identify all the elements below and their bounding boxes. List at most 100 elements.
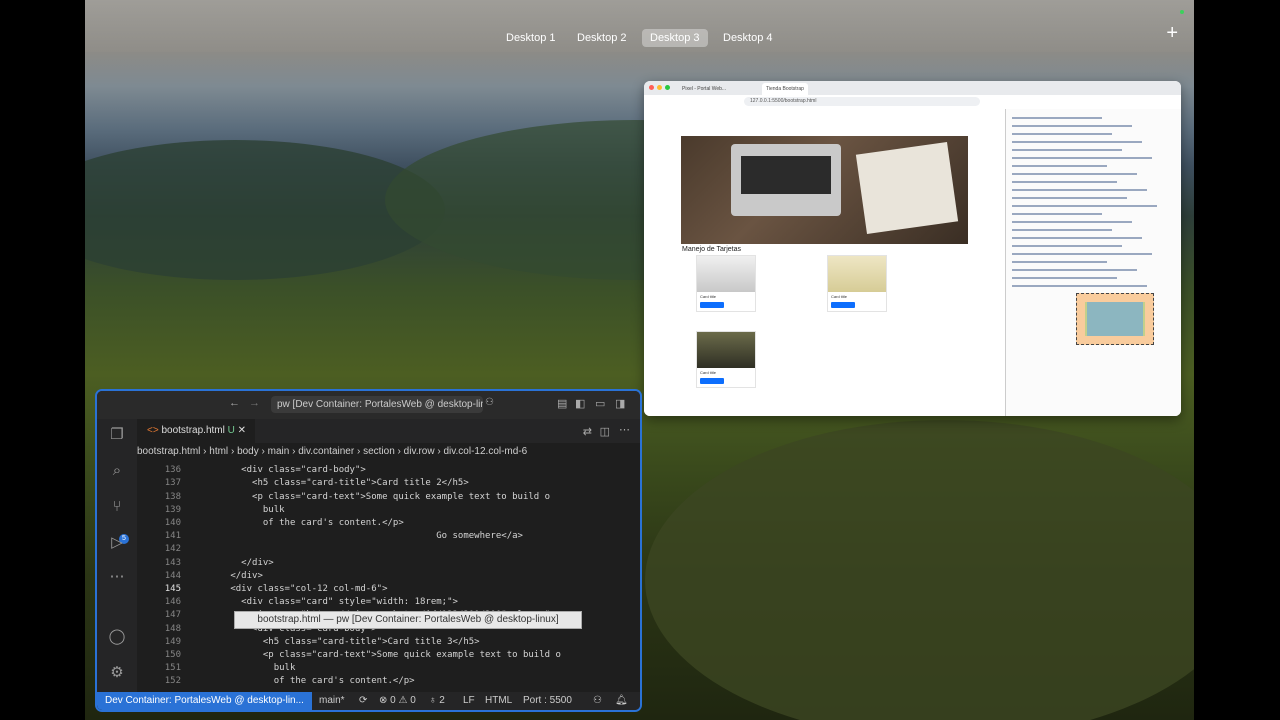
browser-tab-active[interactable]: Tienda Bootstrap	[762, 83, 808, 95]
desktop-1-button[interactable]: Desktop 1	[498, 29, 564, 47]
dom-tree-line	[1012, 253, 1152, 255]
add-desktop-icon[interactable]: +	[1166, 22, 1178, 45]
line-number: 141	[164, 531, 181, 542]
line-number: 150	[164, 650, 181, 660]
card-button[interactable]	[831, 302, 855, 308]
code-editor[interactable]: 135 136 137 138 139 140 141 142 143 144 145 146 147 1…	[137, 461, 640, 692]
more-icon[interactable]: ⋯	[107, 567, 127, 587]
problems-indicator[interactable]: ⊗ 0 ⚠ 0	[379, 692, 416, 710]
breadcrumb-item[interactable]: section	[363, 446, 395, 457]
line-number: 142	[164, 544, 181, 555]
code-line: </div>	[187, 570, 263, 581]
devtools-panel[interactable]	[1005, 109, 1181, 416]
minimize-light[interactable]	[657, 85, 662, 90]
account-icon[interactable]: ◯	[107, 627, 127, 647]
breadcrumb-item[interactable]: div.col-12.col-md-6	[443, 446, 527, 457]
activity-bar: ❐ ⌕ ⑂ 5 ▷ ⋯ ◯ ⚙	[97, 419, 137, 692]
background-hill	[645, 420, 1194, 720]
panel-toggle-icon[interactable]: ▭	[595, 397, 605, 410]
card-image	[697, 332, 755, 368]
address-bar[interactable]: 127.0.0.1:5500/bootstrap.html	[744, 97, 980, 106]
language-indicator[interactable]: HTML	[485, 692, 512, 710]
line-number: 135	[137, 461, 181, 462]
code-line: <div class="card-body">	[187, 465, 366, 476]
desktop-4-button[interactable]: Desktop 4	[715, 29, 781, 47]
copilot-status-icon[interactable]: ⚇	[593, 692, 602, 710]
line-number: 137	[164, 478, 181, 489]
vscode-window[interactable]: ← → pw [Dev Container: PortalesWeb @ des…	[95, 389, 642, 712]
dom-tree-line	[1012, 157, 1152, 159]
split-editor-icon[interactable]: ◫	[600, 425, 610, 438]
browser-tab[interactable]: Pixel - Portal Web...	[678, 83, 730, 95]
editor-tab-bar: <> bootstrap.html U ✕ ⇄ ◫ ⋯	[137, 419, 640, 443]
remote-indicator[interactable]: Dev Container: PortalesWeb @ desktop-lin…	[97, 692, 312, 710]
dom-tree-line	[1012, 133, 1112, 135]
dom-tree-line	[1012, 285, 1147, 287]
search-icon[interactable]: ⌕	[107, 461, 127, 481]
breadcrumb-item[interactable]: div.row	[404, 446, 435, 457]
secondary-sidebar-icon[interactable]: ◨	[615, 397, 625, 410]
dom-tree-line	[1012, 237, 1142, 239]
copilot-icon[interactable]: ⚇	[485, 397, 494, 408]
browser-tab-bar: Pixel - Portal Web... Tienda Bootstrap	[644, 81, 1181, 95]
close-icon[interactable]: ✕	[238, 425, 246, 436]
notifications-bell-icon[interactable]: 🔔︎	[615, 692, 628, 710]
eol-indicator[interactable]: LF	[463, 692, 475, 710]
browser-window[interactable]: Pixel - Portal Web... Tienda Bootstrap 1…	[644, 81, 1181, 416]
title-bar: ← → pw [Dev Container: PortalesWeb @ des…	[97, 391, 640, 419]
zoom-light[interactable]	[665, 85, 670, 90]
card-title: Card title	[700, 294, 717, 299]
back-arrow-icon[interactable]: ←	[229, 397, 240, 409]
section-title: Manejo de Tarjetas	[682, 246, 742, 253]
explorer-icon[interactable]: ❐	[107, 425, 127, 445]
breadcrumb-item[interactable]: main	[268, 446, 290, 457]
compare-changes-icon[interactable]: ⇄	[583, 425, 592, 438]
code-line: <div class="col-12 col-md-6">	[187, 584, 388, 594]
live-server-port[interactable]: Port : 5500	[523, 692, 572, 710]
breadcrumb-item[interactable]: html	[209, 446, 228, 457]
line-number: 147	[164, 610, 181, 621]
code-line: of the card's content.</p>	[187, 518, 404, 528]
browser-toolbar: 127.0.0.1:5500/bootstrap.html	[644, 95, 1181, 110]
layout-icon[interactable]: ▤	[557, 397, 567, 410]
breadcrumb-item[interactable]: div.container	[298, 446, 354, 457]
breadcrumb-item[interactable]: body	[237, 446, 259, 457]
command-center[interactable]: pw [Dev Container: PortalesWeb @ desktop…	[271, 396, 483, 413]
desktop-2-button[interactable]: Desktop 2	[569, 29, 635, 47]
html-file-icon: <>	[147, 425, 159, 436]
dom-tree-line	[1012, 261, 1107, 263]
card-button[interactable]	[700, 378, 724, 384]
card: Card title	[696, 331, 756, 388]
dom-tree-line	[1012, 245, 1122, 247]
dom-tree-line	[1012, 173, 1137, 175]
box-model-content	[1087, 302, 1143, 336]
tab-bootstrap-html[interactable]: <> bootstrap.html U ✕	[137, 419, 255, 443]
forward-arrow-icon[interactable]: →	[249, 397, 260, 409]
code-line: </div>	[187, 557, 274, 568]
ports-indicator[interactable]: ♁ 2	[429, 692, 445, 710]
close-light[interactable]	[649, 85, 654, 90]
more-actions-icon[interactable]: ⋯	[619, 423, 630, 436]
line-number: 144	[164, 570, 181, 581]
dom-tree-line	[1012, 165, 1107, 167]
tab-modified-indicator: U	[227, 425, 235, 436]
card-image	[697, 256, 755, 292]
settings-gear-icon[interactable]: ⚙	[107, 663, 127, 683]
desktop-3-button[interactable]: Desktop 3	[642, 29, 708, 47]
line-number: 139	[164, 504, 181, 515]
run-debug-icon[interactable]: ▷	[107, 533, 127, 553]
line-number: 152	[164, 676, 181, 687]
tab-label: bootstrap.html	[161, 425, 225, 436]
dom-tree-line	[1012, 189, 1147, 191]
notebook-image	[855, 141, 959, 235]
sidebar-toggle-icon[interactable]: ◧	[575, 397, 585, 410]
card-button[interactable]	[700, 302, 724, 308]
branch-indicator[interactable]: main*	[319, 692, 345, 710]
dom-tree-line	[1012, 213, 1102, 215]
sync-icon[interactable]: ⟳	[359, 692, 367, 710]
source-control-icon[interactable]: ⑂	[107, 497, 127, 517]
dom-tree-line	[1012, 221, 1132, 223]
breadcrumb-item[interactable]: bootstrap.html	[137, 446, 200, 457]
line-number: 143	[164, 557, 181, 568]
code-line: <h5 class="card-title">Card title 3</h5>	[187, 636, 480, 647]
